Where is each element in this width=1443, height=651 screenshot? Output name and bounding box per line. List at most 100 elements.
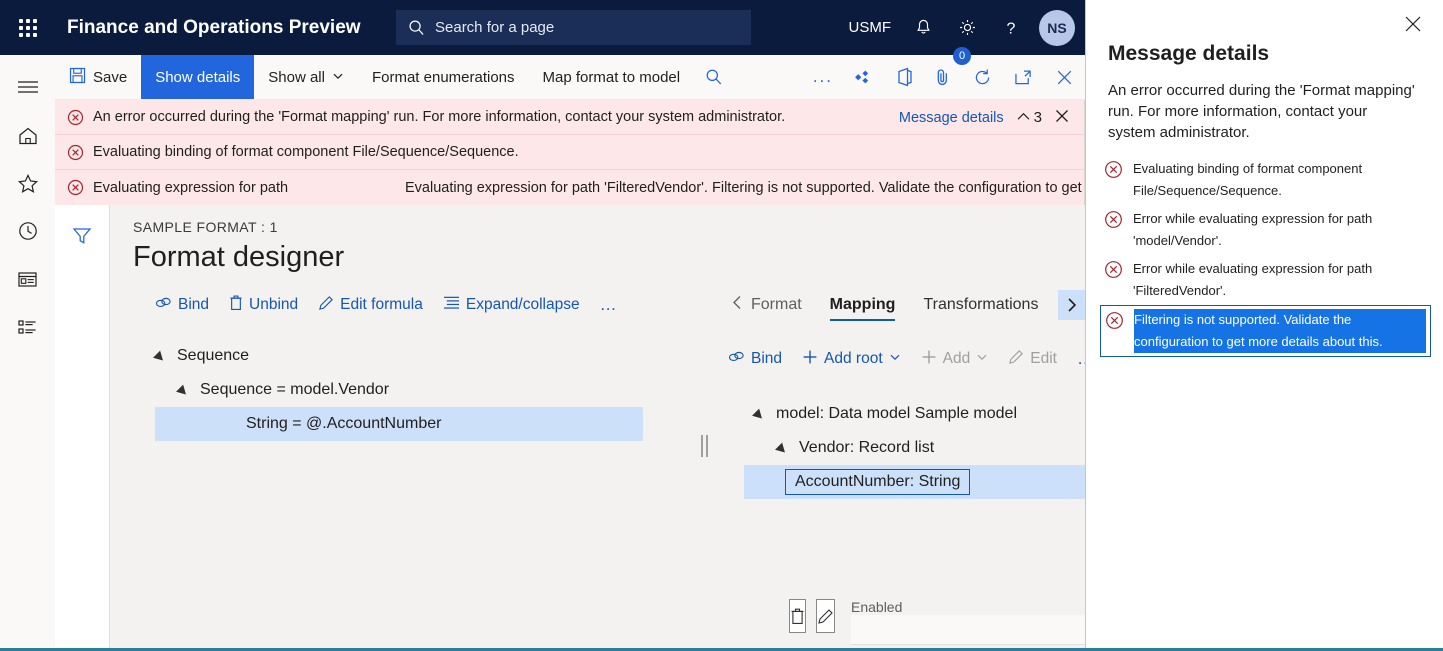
chevron-right-icon[interactable] bbox=[1058, 290, 1085, 320]
overflow-dots-icon[interactable]: ... bbox=[802, 55, 844, 99]
gear-icon[interactable] bbox=[945, 0, 989, 55]
save-icon bbox=[69, 67, 86, 88]
error-row-text: An error occurred during the 'Format map… bbox=[93, 109, 786, 125]
format-enumerations-button[interactable]: Format enumerations bbox=[358, 55, 529, 99]
message-list-item-text: Error while evaluating expression for pa… bbox=[1133, 261, 1373, 298]
trash-icon[interactable] bbox=[789, 599, 806, 633]
expand-caret-icon[interactable] bbox=[178, 384, 190, 396]
expand-collapse-button[interactable]: Expand/collapse bbox=[443, 295, 580, 315]
filter-icon[interactable] bbox=[65, 219, 99, 253]
message-list-item[interactable]: Error while evaluating expression for pa… bbox=[1100, 205, 1431, 255]
pencil-icon bbox=[1008, 349, 1024, 370]
question-icon[interactable]: ? bbox=[989, 0, 1033, 55]
mapping-toolbar: Bind Add root Add Edit bbox=[718, 339, 1094, 379]
expand-caret-icon[interactable] bbox=[754, 408, 766, 420]
star-icon[interactable] bbox=[0, 159, 55, 207]
app-launcher-icon[interactable] bbox=[0, 0, 55, 55]
top-navigation-bar: Finance and Operations Preview Search fo… bbox=[0, 0, 1085, 55]
format-pane-splitter[interactable] bbox=[701, 435, 710, 457]
edit-formula-button[interactable]: Edit formula bbox=[318, 295, 423, 316]
mapping-pane: Format Mapping Transformations Bind Add … bbox=[718, 285, 1141, 648]
menu-icon[interactable] bbox=[0, 63, 55, 111]
format-pane: Bind Unbind Edit formula Expand/collapse… bbox=[110, 285, 708, 648]
search-icon[interactable] bbox=[694, 55, 734, 99]
workspace-icon[interactable] bbox=[0, 255, 55, 303]
save-button[interactable]: Save bbox=[55, 55, 141, 99]
mapping-tabs: Format Mapping Transformations bbox=[718, 285, 1085, 325]
open-in-new-window-icon[interactable] bbox=[1003, 55, 1044, 99]
share-diamond-icon[interactable] bbox=[844, 55, 886, 99]
error-message-bar: An error occurred during the 'Format map… bbox=[55, 100, 1085, 205]
chevron-down-icon bbox=[332, 69, 344, 86]
tab-mapping[interactable]: Mapping bbox=[816, 285, 910, 325]
page-content: SAMPLE FORMAT : 1 Format designer Bind U… bbox=[110, 205, 1141, 648]
avatar[interactable]: NS bbox=[1039, 9, 1075, 46]
tree-node-sequence[interactable]: Sequence bbox=[110, 339, 706, 373]
edit-pencil-icon[interactable] bbox=[816, 599, 835, 633]
company-selector[interactable]: USMF bbox=[839, 0, 902, 55]
message-details-link[interactable]: Message details bbox=[899, 110, 1004, 126]
bind-button[interactable]: Bind bbox=[155, 296, 209, 315]
map-format-to-model-label: Map format to model bbox=[542, 68, 681, 86]
close-icon[interactable] bbox=[1399, 10, 1427, 38]
message-details-list: Evaluating binding of format component F… bbox=[1086, 155, 1443, 357]
add-button: Add bbox=[921, 349, 989, 370]
close-icon[interactable] bbox=[1044, 55, 1085, 99]
error-row-detail: Evaluating expression for path 'Filtered… bbox=[405, 179, 1085, 196]
modules-icon[interactable] bbox=[0, 303, 55, 351]
tree-node-vendor[interactable]: Vendor: Record list bbox=[718, 431, 1085, 465]
plus-icon bbox=[921, 349, 937, 370]
tree-node-accountnumber[interactable]: AccountNumber: String bbox=[744, 465, 1088, 499]
message-list-item-text: Error while evaluating expression for pa… bbox=[1133, 211, 1373, 248]
bell-icon[interactable] bbox=[901, 0, 945, 55]
tree-node-label: Vendor: Record list bbox=[799, 439, 935, 456]
error-circle-icon bbox=[67, 179, 84, 196]
tree-node-label: Sequence = model.Vendor bbox=[200, 381, 390, 398]
error-count: 3 bbox=[1033, 109, 1042, 126]
error-row[interactable]: Evaluating expression for path Evaluatin… bbox=[55, 170, 1084, 205]
tree-node-model[interactable]: model: Data model Sample model bbox=[718, 397, 1085, 431]
add-root-button[interactable]: Add root bbox=[802, 349, 901, 370]
map-format-to-model-button[interactable]: Map format to model bbox=[529, 55, 695, 99]
search-icon bbox=[408, 19, 425, 36]
edit-label: Edit bbox=[1030, 350, 1057, 367]
error-row[interactable]: An error occurred during the 'Format map… bbox=[55, 100, 1084, 135]
format-toolbar: Bind Unbind Edit formula Expand/collapse… bbox=[110, 285, 706, 325]
tab-format-label: Format bbox=[751, 296, 802, 313]
tree-node-sequence-vendor[interactable]: Sequence = model.Vendor bbox=[110, 373, 706, 407]
message-list-item-text: Filtering is not supported. Validate the… bbox=[1134, 309, 1426, 353]
message-details-title: Message details bbox=[1108, 42, 1270, 65]
page-title: Format designer bbox=[133, 241, 345, 273]
pencil-icon bbox=[318, 295, 334, 316]
add-root-label: Add root bbox=[824, 350, 883, 367]
expand-caret-icon[interactable] bbox=[155, 350, 167, 362]
expand-caret-icon[interactable] bbox=[777, 442, 789, 454]
tree-node-string-accountnumber[interactable]: String = @.AccountNumber bbox=[155, 407, 643, 441]
record-actions-bar: Enabled bbox=[718, 591, 1141, 648]
breadcrumb: SAMPLE FORMAT : 1 bbox=[133, 219, 278, 235]
format-overflow-button[interactable]: … bbox=[600, 295, 619, 315]
tab-format[interactable]: Format bbox=[718, 285, 816, 325]
office-icon[interactable] bbox=[886, 55, 924, 99]
show-details-button[interactable]: Show details bbox=[141, 55, 255, 99]
mapping-bind-button[interactable]: Bind bbox=[728, 350, 782, 369]
unbind-button[interactable]: Unbind bbox=[229, 294, 298, 316]
message-list-item[interactable]: Evaluating binding of format component F… bbox=[1100, 155, 1431, 205]
attachment-icon[interactable]: 0 bbox=[924, 47, 971, 99]
unbind-label: Unbind bbox=[249, 296, 299, 313]
collapse-messages-button[interactable]: 3 bbox=[1016, 109, 1042, 126]
message-list-item-selected[interactable]: Filtering is not supported. Validate the… bbox=[1100, 305, 1431, 357]
format-tree: Sequence Sequence = model.Vendor String … bbox=[110, 339, 706, 441]
search-input[interactable]: Search for a page bbox=[396, 10, 751, 45]
show-all-button[interactable]: Show all bbox=[254, 55, 358, 99]
message-list-item[interactable]: Error while evaluating expression for pa… bbox=[1100, 255, 1431, 305]
clock-icon[interactable] bbox=[0, 207, 55, 255]
tab-transformations[interactable]: Transformations bbox=[909, 285, 1052, 325]
add-label: Add bbox=[942, 350, 971, 367]
error-row[interactable]: Evaluating binding of format component F… bbox=[55, 135, 1084, 170]
home-icon[interactable] bbox=[0, 111, 55, 159]
close-icon[interactable] bbox=[1054, 108, 1070, 128]
edit-button: Edit bbox=[1008, 349, 1057, 370]
bind-label: Bind bbox=[178, 296, 210, 313]
error-circle-icon bbox=[67, 109, 84, 126]
